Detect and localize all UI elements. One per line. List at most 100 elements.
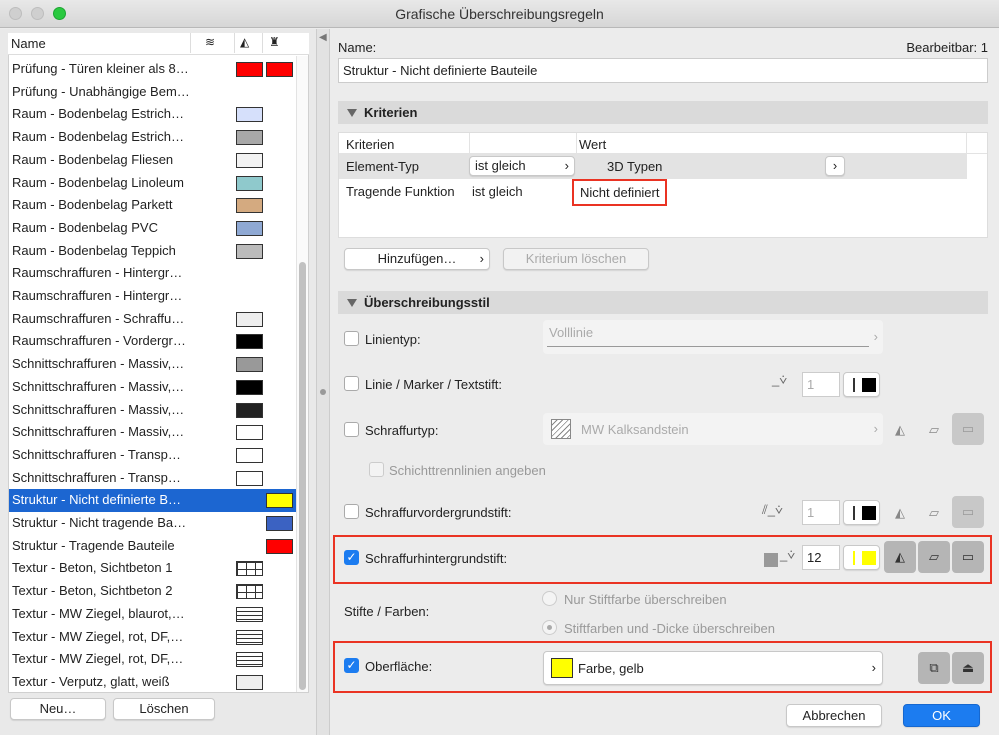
linetype-checkbox[interactable] (344, 331, 359, 346)
swatch (236, 243, 263, 259)
chevron-right-icon: › (871, 660, 876, 675)
list-item[interactable]: Struktur - Tragende Bauteile (9, 535, 296, 558)
cover-fill-icon[interactable]: ▱ (918, 497, 950, 529)
cut-fill-icon[interactable]: ◭ (884, 414, 916, 446)
list-item[interactable]: Schnittschraffuren - Massiv,… (9, 353, 296, 376)
splitter[interactable]: ◀ (316, 29, 330, 735)
scrollbar-thumb[interactable] (299, 262, 306, 690)
name-label: Name: (338, 40, 377, 55)
list-item[interactable]: Raum - Bodenbelag Fliesen (9, 149, 296, 172)
list-item[interactable]: Raumschraffuren - Vordergr… (9, 330, 296, 353)
surface-dropdown[interactable]: Farbe, gelb › (543, 651, 883, 685)
criteria-row[interactable]: Element-Typ ist gleich › 3D Typen › (339, 154, 967, 179)
cancel-button[interactable]: Abbrechen (786, 704, 882, 727)
cut-fill-icon[interactable]: ◭ (884, 541, 916, 573)
override-style-section-header[interactable]: Überschreibungsstil (338, 291, 988, 314)
surface-paint-icon[interactable]: ⏏ (952, 652, 984, 684)
list-item[interactable]: Schnittschraffuren - Massiv,… (9, 421, 296, 444)
surface-checkbox[interactable]: ✓ (344, 658, 359, 673)
list-item[interactable]: Raum - Bodenbelag Parkett (9, 194, 296, 217)
brush-icon[interactable]: ♜ (269, 35, 280, 49)
list-item[interactable]: Prüfung - Türen kleiner als 8… (9, 58, 296, 81)
swatch (236, 152, 263, 168)
list-item[interactable]: Textur - Beton, Sichtbeton 1 (9, 557, 296, 580)
criterion-value-highlighted[interactable]: Nicht definiert (572, 179, 668, 206)
fg-pen-checkbox[interactable] (344, 504, 359, 519)
override-style-title: Überschreibungsstil (364, 295, 490, 310)
disclosure-triangle-icon[interactable] (347, 109, 357, 117)
col-criteria: Kriterien (346, 137, 395, 152)
list-item[interactable]: Textur - MW Ziegel, blaurot,… (9, 603, 296, 626)
ok-button[interactable]: OK (903, 704, 980, 727)
list-item[interactable]: Raumschraffuren - Hintergr… (9, 262, 296, 285)
pen-number-input[interactable]: 1 (802, 372, 840, 397)
list-scrollbar[interactable] (296, 56, 308, 692)
list-item[interactable]: Raumschraffuren - Hintergr… (9, 285, 296, 308)
list-item[interactable]: Schnittschraffuren - Massiv,… (9, 399, 296, 422)
criteria-row[interactable]: Tragende Funktion ist gleich Nicht defin… (339, 179, 967, 206)
title-bar: Grafische Überschreibungsregeln (0, 0, 999, 28)
list-item[interactable]: Struktur - Nicht tragende Ba… (9, 512, 296, 535)
list-item[interactable]: Raum - Bodenbelag Teppich (9, 240, 296, 263)
list-item[interactable]: Textur - MW Ziegel, rot, DF,… (9, 648, 296, 671)
fg-pen-color-button[interactable] (843, 500, 880, 525)
cover-fill-icon[interactable]: ▱ (918, 541, 950, 573)
pen-color-button[interactable] (843, 372, 880, 397)
new-rule-button[interactable]: Neu… (10, 698, 106, 720)
splitter-handle[interactable] (320, 389, 326, 395)
list-item[interactable]: Raum - Bodenbelag Estrich… (9, 126, 296, 149)
surface-label: Oberfläche: (365, 659, 433, 674)
criteria-section-header[interactable]: Kriterien (338, 101, 988, 124)
delete-rule-button[interactable]: Löschen (113, 698, 215, 720)
surface-icon[interactable]: ≋ (205, 35, 215, 49)
list-item-label: Raum - Bodenbelag Teppich (12, 242, 176, 258)
value-picker-button[interactable]: › (825, 156, 845, 176)
list-item[interactable]: Textur - Beton, Sichtbeton 2 (9, 580, 296, 603)
disclosure-triangle-icon[interactable] (347, 299, 357, 307)
list-item[interactable]: Struktur - Nicht definierte B… (9, 489, 296, 512)
list-item-label: Struktur - Nicht tragende Ba… (12, 515, 187, 530)
drafting-fill-icon[interactable]: ▭ (952, 413, 984, 445)
filltype-checkbox[interactable] (344, 422, 359, 437)
list-item[interactable]: Schnittschraffuren - Massiv,… (9, 376, 296, 399)
list-item[interactable]: Prüfung - Unabhängige Bem… (9, 81, 296, 104)
list-item[interactable]: Raum - Bodenbelag PVC (9, 217, 296, 240)
list-item[interactable]: Raum - Bodenbelag Linoleum (9, 172, 296, 195)
fg-pen-label: Schraffurvordergrundstift: (365, 505, 512, 520)
radio-pen-color-only[interactable] (542, 591, 557, 606)
list-item-label: Raum - Bodenbelag Parkett (12, 197, 173, 213)
add-criterion-button[interactable]: Hinzufügen… › (344, 248, 490, 270)
list-item[interactable]: Schnittschraffuren - Transp… (9, 444, 296, 467)
swatch (236, 447, 263, 463)
pen-checkbox[interactable] (344, 376, 359, 391)
fg-pen-number-input[interactable]: 1 (802, 500, 840, 525)
cut-fill-icon[interactable]: ◭ (884, 497, 916, 529)
swatch (236, 357, 263, 373)
list-item[interactable]: Raum - Bodenbelag Estrich… (9, 103, 296, 126)
layer-lines-checkbox[interactable] (369, 462, 384, 477)
linetype-dropdown[interactable]: Volllinie › (543, 320, 883, 354)
filltype-dropdown[interactable]: MW Kalksandstein › (543, 413, 883, 445)
cover-fill-icon[interactable]: ▱ (918, 414, 950, 446)
list-item-label: Raum - Bodenbelag Fliesen (12, 151, 174, 167)
drafting-fill-icon[interactable]: ▭ (952, 496, 984, 528)
list-item-label: Schnittschraffuren - Transp… (12, 446, 181, 462)
list-item[interactable]: Textur - Verputz, glatt, weiß (9, 671, 296, 694)
collapse-left-icon[interactable]: ◀ (319, 32, 327, 43)
drafting-fill-icon[interactable]: ▭ (952, 541, 984, 573)
column-name[interactable]: Name (11, 36, 46, 51)
bg-pen-checkbox[interactable]: ✓ (344, 550, 359, 565)
name-input[interactable]: Struktur - Nicht definierte Bauteile (338, 58, 988, 83)
fill-icon[interactable]: ◭ (240, 35, 249, 49)
radio-pen-color-weight[interactable] (542, 620, 557, 635)
bg-pen-color-button[interactable] (843, 545, 880, 570)
list-item[interactable]: Textur - MW Ziegel, rot, DF,… (9, 626, 296, 649)
surface-3d-icon[interactable]: ⧉ (918, 652, 950, 684)
list-item[interactable]: Raumschraffuren - Schraffu… (9, 308, 296, 331)
operator-dropdown[interactable]: ist gleich › (469, 156, 575, 176)
list-item[interactable]: Schnittschraffuren - Transp… (9, 467, 296, 490)
window-title: Grafische Überschreibungsregeln (395, 6, 604, 22)
swatch (236, 379, 263, 395)
delete-criterion-button[interactable]: Kriterium löschen (503, 248, 649, 270)
bg-pen-number-input[interactable]: 12 (802, 545, 840, 570)
